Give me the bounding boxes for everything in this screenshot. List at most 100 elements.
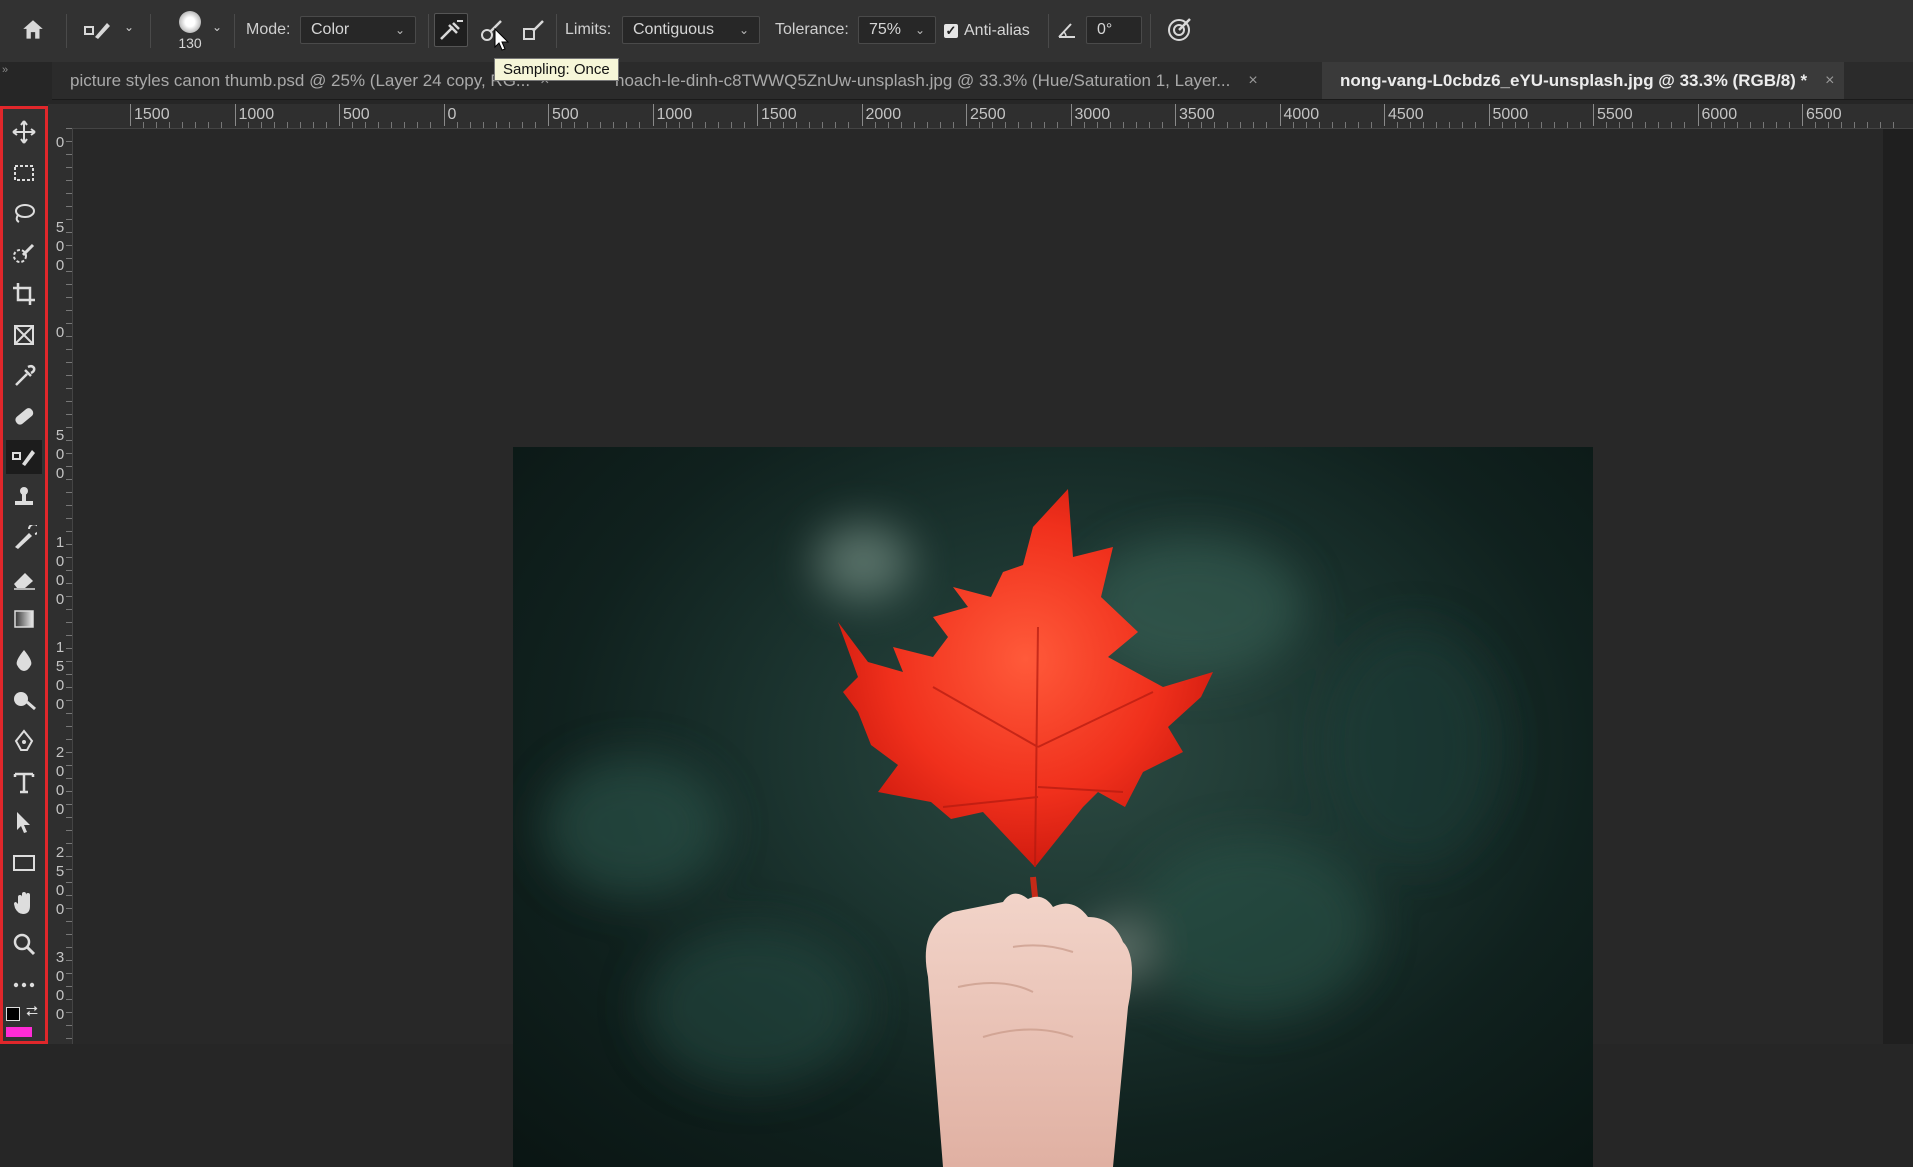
close-icon[interactable]: × xyxy=(1248,72,1257,90)
ruler-minor-tick xyxy=(1736,122,1738,128)
tool-button[interactable] xyxy=(6,968,42,1002)
ruler-minor-tick xyxy=(1357,122,1359,128)
ruler-minor-tick xyxy=(66,427,72,428)
ruler-minor-tick xyxy=(1188,122,1190,128)
tab-hoach-le-dinh[interactable]: hoach-le-dinh-c8TWWQ5ZnUw-unsplash.jpg @… xyxy=(597,62,1322,99)
mode-dropdown[interactable]: Color ⌄ xyxy=(300,16,416,44)
ruler-minor-tick xyxy=(1344,122,1346,128)
tool-button[interactable] xyxy=(6,196,42,230)
tolerance-field[interactable]: 75% ⌄ xyxy=(858,16,936,44)
panel-collapse-icon[interactable]: » xyxy=(0,62,52,101)
ruler-tick-label: 2000 xyxy=(55,744,65,818)
ruler-minor-tick xyxy=(1553,122,1555,128)
type-tool-icon xyxy=(13,772,35,793)
ruler-minor-tick xyxy=(66,947,72,948)
tool-button[interactable] xyxy=(6,846,42,880)
marquee-tool-icon xyxy=(14,164,34,181)
ruler-minor-tick xyxy=(66,245,72,246)
ruler-tick-label: 1000 xyxy=(234,104,274,126)
ruler-minor-tick xyxy=(378,122,380,128)
ruler-tick-label: 4500 xyxy=(1384,104,1424,126)
ruler-minor-tick xyxy=(66,180,72,181)
tool-button[interactable] xyxy=(6,318,42,352)
tool-button[interactable] xyxy=(6,156,42,190)
document-image[interactable] xyxy=(513,447,1593,1167)
tool-preset-picker[interactable] xyxy=(78,13,118,47)
anti-alias-label: Anti-alias xyxy=(964,22,1030,39)
sampling-continuous-button[interactable] xyxy=(434,13,468,47)
ruler-minor-tick xyxy=(1057,122,1059,128)
tool-button[interactable] xyxy=(6,115,42,149)
ruler-minor-tick xyxy=(66,986,72,987)
ruler-minor-tick xyxy=(260,122,262,128)
vertical-scrollbar[interactable] xyxy=(1883,129,1913,1044)
tool-button[interactable] xyxy=(6,359,42,393)
ruler-minor-tick xyxy=(1880,122,1882,128)
ruler-minor-tick xyxy=(848,122,850,128)
ruler-minor-tick xyxy=(66,843,72,844)
color-swatches[interactable]: ⮂ xyxy=(6,1003,44,1041)
ruler-minor-tick xyxy=(1475,122,1477,128)
swap-colors-icon[interactable]: ⮂ xyxy=(26,1003,38,1020)
ruler-minor-tick xyxy=(1762,122,1764,128)
vertical-ruler[interactable]: 0 500 0 500 1000 1500 2000 2500 3000 xyxy=(48,128,73,1044)
pressure-size-button[interactable] xyxy=(1162,13,1196,47)
tool-button[interactable] xyxy=(6,480,42,514)
ruler-minor-tick xyxy=(66,908,72,909)
mode-label: Mode: xyxy=(246,21,291,38)
tool-button[interactable] xyxy=(6,683,42,717)
ruler-minor-tick xyxy=(1514,122,1516,128)
horizontal-ruler[interactable]: 1500 1000 500 0 500 1000 1500 2000 2500 3000 3500 4… xyxy=(72,104,1913,129)
tool-button[interactable] xyxy=(6,602,42,636)
ruler-minor-tick xyxy=(66,310,72,311)
ruler-minor-tick xyxy=(534,122,536,128)
ruler-minor-tick xyxy=(143,122,145,128)
ruler-minor-tick xyxy=(1201,122,1203,128)
tool-button[interactable] xyxy=(6,886,42,920)
history-brush-tool-icon xyxy=(15,525,37,549)
limits-dropdown[interactable]: Contiguous ⌄ xyxy=(622,16,760,44)
close-icon[interactable]: × xyxy=(1825,72,1834,90)
ruler-minor-tick xyxy=(66,440,72,441)
ruler-minor-tick xyxy=(1671,122,1673,128)
chevron-down-icon[interactable]: ⌄ xyxy=(212,20,222,34)
angle-input[interactable]: 0° xyxy=(1086,16,1142,44)
tool-button[interactable] xyxy=(6,399,42,433)
tool-button[interactable] xyxy=(6,562,42,596)
ruler-minor-tick xyxy=(66,973,72,974)
ruler-minor-tick xyxy=(1579,122,1581,128)
tool-button[interactable] xyxy=(6,521,42,555)
ruler-minor-tick xyxy=(743,122,745,128)
canvas-area[interactable] xyxy=(73,129,1883,1167)
ruler-minor-tick xyxy=(1828,122,1830,128)
tool-button[interactable] xyxy=(6,439,42,474)
ruler-minor-tick xyxy=(1658,122,1660,128)
dodge-tool-icon xyxy=(14,692,36,711)
tool-button[interactable] xyxy=(6,724,42,758)
chevron-down-icon[interactable]: ⌄ xyxy=(124,20,134,34)
sampling-background-swatch-button[interactable] xyxy=(518,13,552,47)
background-color-swatch[interactable] xyxy=(6,1027,32,1037)
ruler-minor-tick xyxy=(1253,122,1255,128)
ruler-minor-tick xyxy=(1240,122,1242,128)
ruler-minor-tick xyxy=(66,739,72,740)
tool-button[interactable] xyxy=(6,927,42,961)
brush-preset-picker[interactable]: 130 xyxy=(170,0,210,62)
ruler-minor-tick xyxy=(1370,122,1372,128)
tool-button[interactable] xyxy=(6,643,42,677)
ruler-minor-tick xyxy=(66,1025,72,1026)
tool-button[interactable] xyxy=(6,237,42,271)
tool-button[interactable] xyxy=(6,805,42,839)
foreground-color-swatch[interactable] xyxy=(6,1007,20,1021)
home-button[interactable] xyxy=(16,13,50,47)
ruler-minor-tick xyxy=(66,596,72,597)
tool-button[interactable] xyxy=(6,277,42,311)
ruler-tick-label: 5500 xyxy=(1593,104,1633,126)
chevron-down-icon: ⌄ xyxy=(738,23,749,37)
ruler-minor-tick xyxy=(952,122,954,128)
tab-nong-vang[interactable]: nong-vang-L0cbdz6_eYU-unsplash.jpg @ 33.… xyxy=(1322,62,1844,99)
anti-alias-checkbox[interactable]: ✓ Anti-alias xyxy=(944,0,1030,62)
tolerance-value: 75% xyxy=(869,21,902,38)
tool-button[interactable] xyxy=(6,765,42,799)
ruler-minor-tick xyxy=(639,122,641,128)
